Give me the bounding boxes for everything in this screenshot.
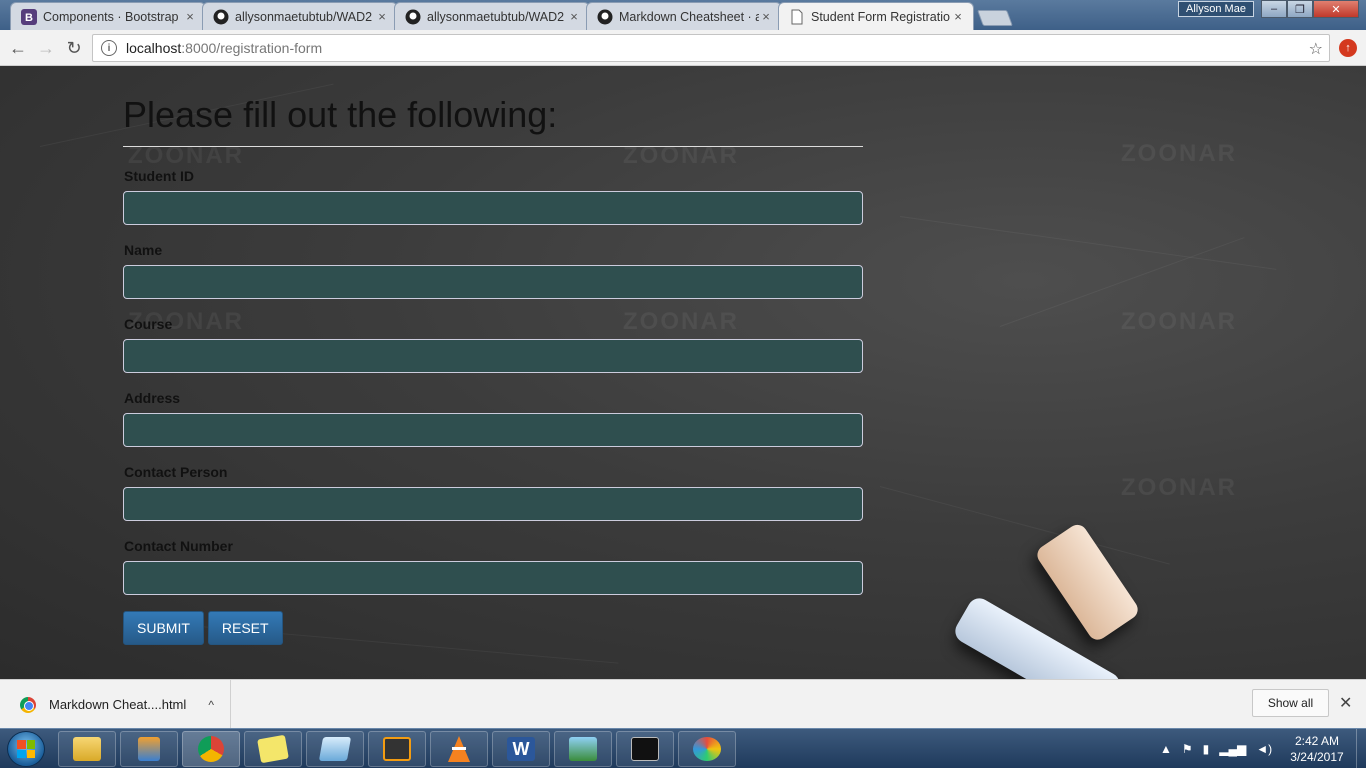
tab-title: Student Form Registratio	[811, 9, 950, 24]
show-all-button[interactable]: Show all	[1252, 689, 1329, 717]
tab-close-icon[interactable]: ×	[951, 9, 965, 24]
url-host: localhost	[126, 40, 182, 56]
chrome-icon[interactable]	[182, 731, 240, 767]
volume-icon[interactable]: ◄)	[1256, 742, 1272, 756]
form-group-contact-number: Contact Number	[123, 538, 863, 595]
chrome-icon	[20, 696, 36, 713]
minimize-button[interactable]: –	[1261, 0, 1287, 18]
student-id-label: Student ID	[124, 168, 194, 184]
windows-logo-icon	[17, 740, 35, 758]
watermark: ZOONAR	[1121, 140, 1237, 167]
back-button[interactable]: ←	[6, 36, 30, 60]
tab-title: Components · Bootstrap	[43, 9, 179, 24]
tab-close-icon[interactable]: ×	[375, 9, 389, 24]
contact-number-label: Contact Number	[124, 538, 233, 554]
github-icon	[213, 9, 229, 25]
close-window-button[interactable]: ✕	[1313, 0, 1359, 18]
sticky-notes-icon[interactable]	[244, 731, 302, 767]
word-icon[interactable]: W	[492, 731, 550, 767]
student-id-input[interactable]	[123, 191, 863, 225]
paint-icon[interactable]	[678, 731, 736, 767]
name-input[interactable]	[123, 265, 863, 299]
reload-button[interactable]: ↻	[62, 36, 86, 60]
start-button[interactable]	[7, 731, 45, 767]
name-label: Name	[124, 242, 163, 258]
cmd-icon[interactable]	[616, 731, 674, 767]
svg-text:B: B	[25, 12, 33, 24]
vlc-icon[interactable]	[430, 731, 488, 767]
registration-form: Please fill out the following: Student I…	[123, 94, 863, 645]
form-group-name: Name	[123, 242, 863, 299]
browser-toolbar: ← → ↻ i localhost:8000/registration-form…	[0, 30, 1366, 66]
tab-close-icon[interactable]: ×	[759, 9, 773, 24]
tab-title: allysonmaetubtub/WAD2	[427, 9, 565, 24]
sublime-text-icon[interactable]	[368, 731, 426, 767]
chalk-scratch	[899, 216, 1277, 270]
watermark: ZOONAR	[1121, 308, 1237, 335]
windows-taskbar: W ▲ ⚑ ▮ ▂▄▆ ◄) 2:42 AM 3/24/2017	[0, 728, 1366, 768]
tab-github-2[interactable]: allysonmaetubtub/WAD2 ×	[394, 2, 590, 30]
page-icon	[789, 9, 805, 25]
tray-expand-icon[interactable]: ▲	[1160, 742, 1172, 756]
tab-close-icon[interactable]: ×	[183, 9, 197, 24]
address-bar[interactable]: i localhost:8000/registration-form ☆	[92, 34, 1330, 62]
new-tab-button[interactable]	[977, 10, 1013, 26]
bootstrap-icon: B	[21, 8, 37, 25]
chalk-piece-orange	[1033, 521, 1142, 644]
notepad-icon[interactable]	[306, 731, 364, 767]
tab-github-1[interactable]: allysonmaetubtub/WAD2 ×	[202, 2, 398, 30]
tab-markdown-cheatsheet[interactable]: Markdown Cheatsheet · a ×	[586, 2, 782, 30]
forward-button[interactable]: →	[34, 36, 58, 60]
form-group-course: Course	[123, 316, 863, 373]
form-heading: Please fill out the following:	[123, 94, 863, 147]
close-download-bar-icon[interactable]: ✕	[1339, 693, 1352, 713]
show-desktop-button[interactable]	[1356, 729, 1366, 768]
address-input[interactable]	[123, 413, 863, 447]
action-center-icon[interactable]: ⚑	[1182, 742, 1193, 756]
tab-student-form[interactable]: Student Form Registratio ×	[778, 2, 974, 30]
address-label: Address	[124, 390, 181, 406]
extension-icon[interactable]: ↑	[1339, 39, 1357, 57]
github-icon	[597, 9, 613, 25]
chevron-up-icon[interactable]: ^	[208, 698, 214, 712]
course-label: Course	[124, 316, 173, 332]
contact-person-input[interactable]	[123, 487, 863, 521]
download-filename: Markdown Cheat....html	[49, 697, 187, 712]
media-player-icon[interactable]	[120, 731, 178, 767]
clock-date: 3/24/2017	[1290, 750, 1344, 764]
github-icon	[405, 9, 421, 25]
course-input[interactable]	[123, 339, 863, 373]
browser-title-bar: B Components · Bootstrap × allysonmaetub…	[0, 0, 1366, 30]
form-group-student-id: Student ID	[123, 168, 863, 225]
tab-bootstrap[interactable]: B Components · Bootstrap ×	[10, 2, 206, 30]
bookmark-star-icon[interactable]: ☆	[1309, 39, 1323, 59]
power-icon[interactable]: ▮	[1203, 742, 1210, 756]
tab-close-icon[interactable]: ×	[567, 9, 581, 24]
network-icon[interactable]: ▂▄▆	[1219, 742, 1246, 756]
reset-button[interactable]: RESET	[207, 611, 283, 645]
contact-person-label: Contact Person	[124, 464, 228, 480]
maximize-button[interactable]: ❐	[1287, 0, 1313, 18]
tab-title: allysonmaetubtub/WAD2	[235, 9, 373, 24]
watermark: ZOONAR	[1121, 474, 1237, 501]
form-buttons: SUBMIT RESET	[123, 611, 863, 645]
url-path: :8000/registration-form	[181, 40, 323, 56]
photos-icon[interactable]	[554, 731, 612, 767]
contact-number-input[interactable]	[123, 561, 863, 595]
tab-title: Markdown Cheatsheet · a	[619, 9, 759, 24]
system-tray: ▲ ⚑ ▮ ▂▄▆ ◄)	[1160, 735, 1272, 763]
download-bar: Markdown Cheat....html ^ Show all ✕	[0, 679, 1366, 729]
taskbar-clock[interactable]: 2:42 AM 3/24/2017	[1286, 733, 1348, 765]
form-group-contact-person: Contact Person	[123, 464, 863, 521]
profile-badge[interactable]: Allyson Mae	[1178, 1, 1254, 17]
info-icon[interactable]: i	[101, 40, 117, 56]
submit-button[interactable]: SUBMIT	[123, 611, 204, 645]
clock-time: 2:42 AM	[1294, 734, 1340, 748]
download-item[interactable]: Markdown Cheat....html ^	[0, 680, 231, 729]
tab-strip: B Components · Bootstrap × allysonmaetub…	[10, 2, 1013, 30]
form-group-address: Address	[123, 390, 863, 447]
explorer-icon[interactable]	[58, 731, 116, 767]
window-controls: – ❐ ✕	[1261, 0, 1359, 18]
page-content: ZOONAR ZOONAR ZOONAR ZOONAR ZOONAR ZOONA…	[0, 66, 1366, 679]
